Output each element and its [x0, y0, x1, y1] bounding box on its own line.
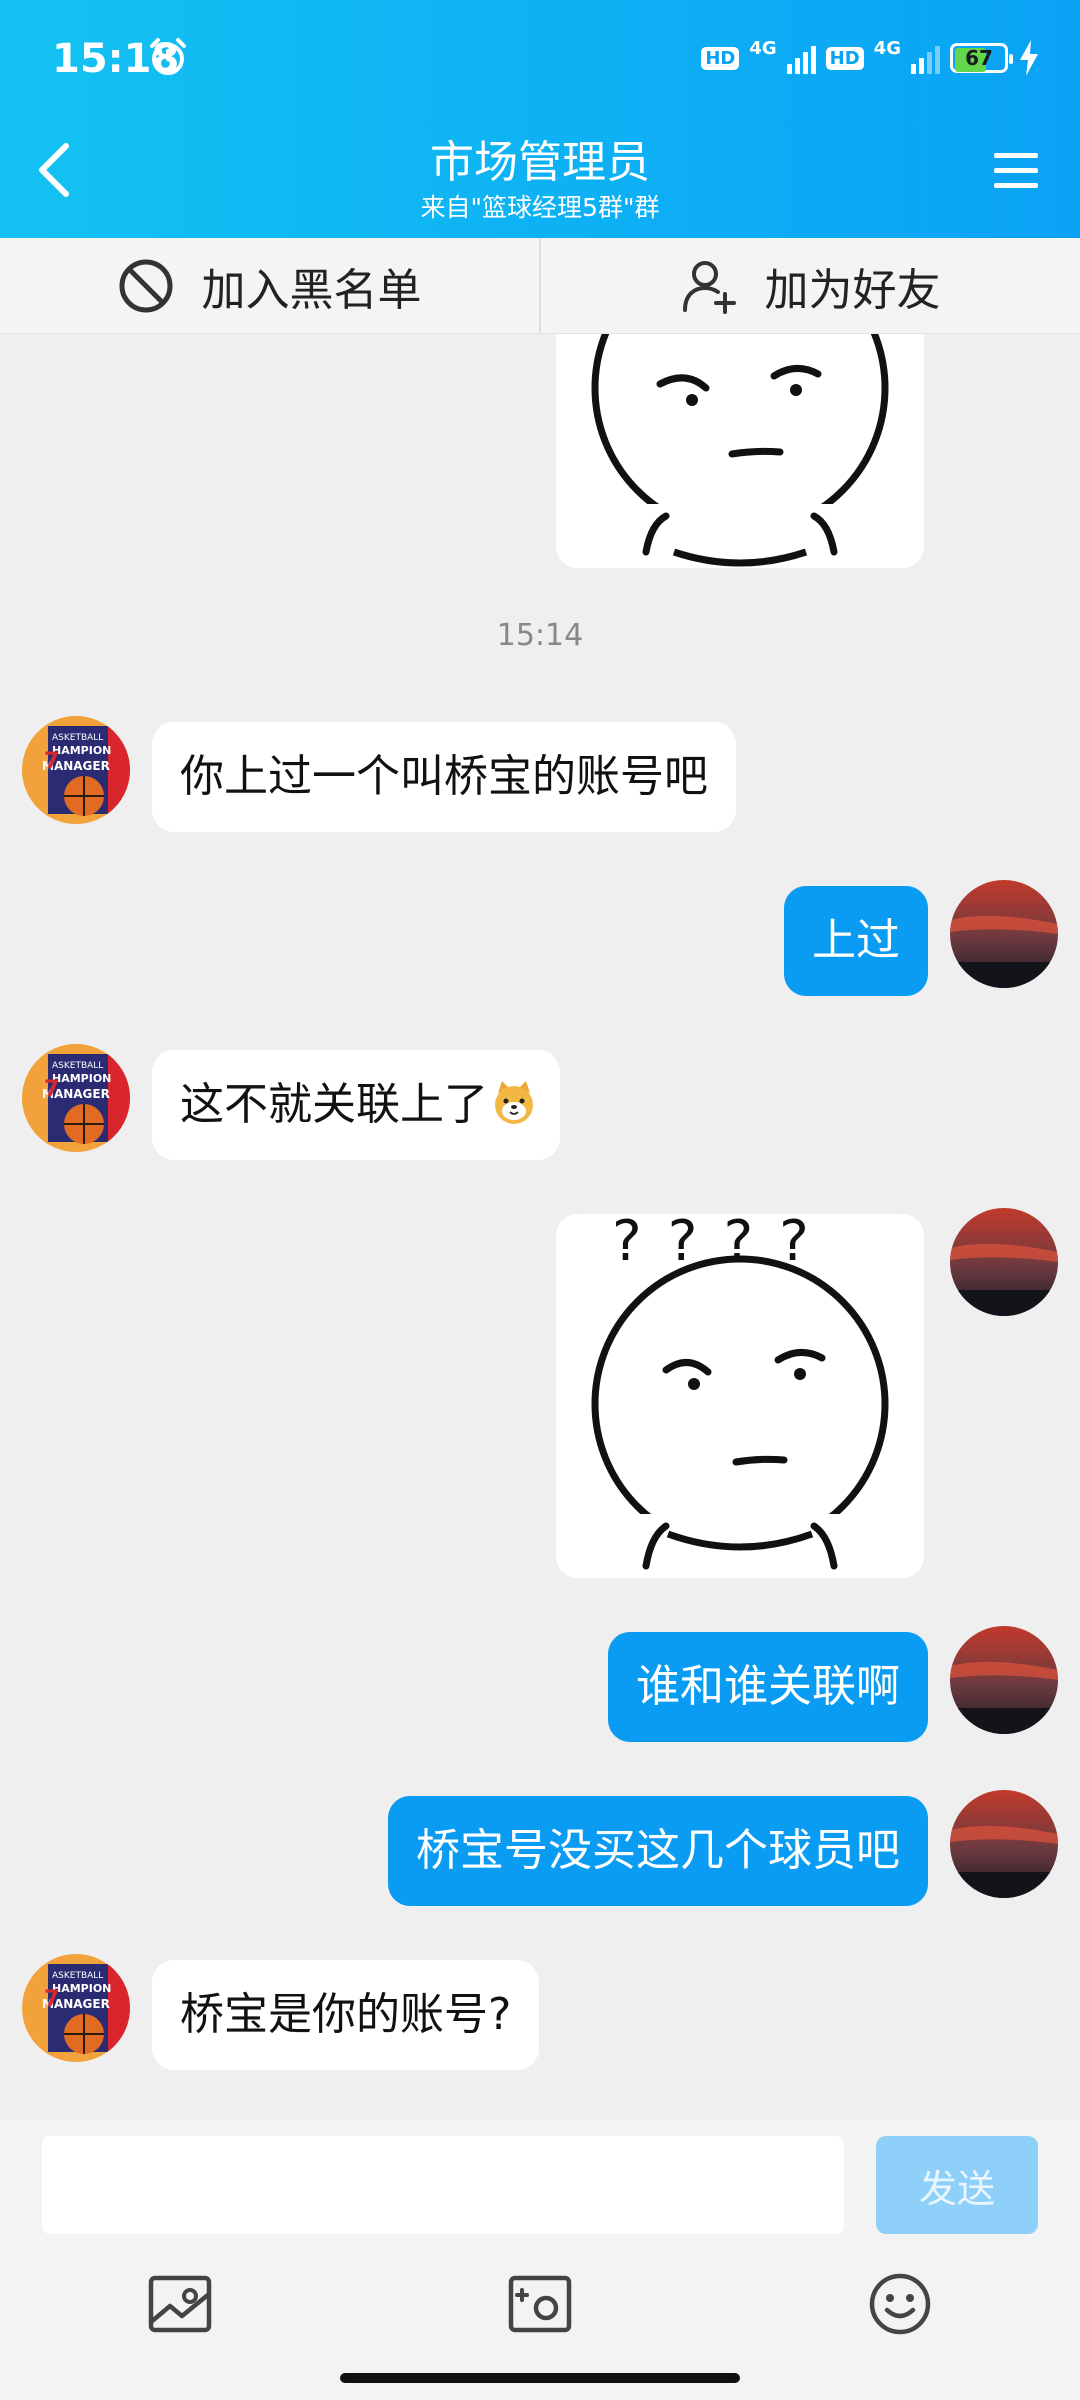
- svg-text:HAMPION: HAMPION: [52, 744, 111, 757]
- menu-icon[interactable]: [992, 150, 1040, 192]
- hd-badge: HD: [825, 46, 864, 70]
- page-title: 市场管理员: [430, 137, 650, 188]
- sticker-message[interactable]: [556, 334, 924, 568]
- add-to-blacklist-label: 加入黑名单: [201, 264, 422, 316]
- hd-badge: HD: [701, 46, 740, 70]
- battery-icon: 67: [950, 43, 1013, 73]
- outgoing-message[interactable]: 上过: [784, 886, 928, 996]
- add-friend-label: 加为好友: [764, 264, 941, 316]
- my-avatar[interactable]: [950, 1626, 1058, 1734]
- input-area: 发送: [0, 2120, 1080, 2400]
- confused-face-sticker: [556, 334, 924, 568]
- basketball-manager-avatar: ASKETBALL HAMPION MANAGER 7: [22, 716, 130, 824]
- sunset-avatar: [950, 1790, 1058, 1898]
- dog-emoji-icon: [495, 1081, 533, 1124]
- basketball-manager-avatar: ASKETBALL HAMPION MANAGER 7: [22, 1044, 130, 1152]
- incoming-message[interactable]: 你上过一个叫桥宝的账号吧: [152, 722, 736, 832]
- sunset-avatar: [950, 1626, 1058, 1734]
- camera-icon[interactable]: [506, 2270, 574, 2338]
- network-label: 4G: [749, 37, 777, 59]
- svg-text:7: 7: [44, 1987, 59, 2012]
- sticker-message[interactable]: ????: [556, 1214, 924, 1578]
- svg-text:HAMPION: HAMPION: [52, 1072, 111, 1085]
- network-label: 4G: [873, 37, 901, 59]
- outgoing-message[interactable]: 谁和谁关联啊: [608, 1632, 928, 1742]
- message-text: 这不就关联上了: [180, 1079, 488, 1130]
- status-icons: HD 4G HD 4G 67: [701, 38, 1040, 78]
- confused-face-sticker: ????: [556, 1214, 924, 1578]
- basketball-manager-avatar: ASKETBALL HAMPION MANAGER 7: [22, 1954, 130, 2062]
- charging-icon: [1020, 40, 1038, 76]
- my-avatar[interactable]: [950, 1208, 1058, 1316]
- my-avatar[interactable]: [950, 880, 1058, 988]
- signal-icon: [786, 42, 816, 74]
- battery-level: 67: [965, 46, 993, 70]
- signal-icon: [911, 42, 940, 74]
- my-avatar[interactable]: [950, 1790, 1058, 1898]
- image-icon[interactable]: [146, 2270, 214, 2338]
- svg-text:ASKETBALL: ASKETBALL: [52, 1061, 103, 1071]
- message-input[interactable]: [42, 2136, 844, 2234]
- svg-text:ASKETBALL: ASKETBALL: [52, 1971, 103, 1981]
- incoming-message[interactable]: 这不就关联上了: [152, 1050, 560, 1160]
- avatar[interactable]: ASKETBALL HAMPION MANAGER 7: [22, 1044, 130, 1152]
- svg-text:7: 7: [44, 749, 59, 774]
- add-to-blacklist-button[interactable]: 加入黑名单: [0, 238, 539, 333]
- alarm-icon: [150, 38, 186, 75]
- svg-text:ASKETBALL: ASKETBALL: [52, 733, 103, 743]
- page-subtitle: 来自"篮球经理5群"群: [420, 193, 660, 222]
- avatar[interactable]: ASKETBALL HAMPION MANAGER 7: [22, 716, 130, 824]
- outgoing-message[interactable]: 桥宝号没买这几个球员吧: [388, 1796, 928, 1906]
- header: 15:18 HD 4G HD 4G 67 市场管理员 来自"篮球经理5群"群: [0, 0, 1080, 238]
- home-indicator[interactable]: [340, 2373, 740, 2383]
- message-timestamp: 15:14: [496, 618, 584, 653]
- sunset-avatar: [950, 1208, 1058, 1316]
- incoming-message[interactable]: 桥宝是你的账号?: [152, 1960, 540, 2070]
- avatar[interactable]: ASKETBALL HAMPION MANAGER 7: [22, 1954, 130, 2062]
- action-bar: 加入黑名单 加为好友: [0, 238, 1080, 334]
- svg-text:HAMPION: HAMPION: [52, 1982, 111, 1995]
- add-friend-button[interactable]: 加为好友: [539, 238, 1080, 333]
- sticker-text: ????: [612, 1214, 835, 1274]
- smile-icon[interactable]: [866, 2270, 934, 2338]
- send-button[interactable]: 发送: [876, 2136, 1038, 2234]
- sunset-avatar: [950, 880, 1058, 988]
- ban-icon: [119, 259, 172, 312]
- add-user-icon: [682, 260, 736, 314]
- chat-area[interactable]: 15:14 ASKETBALL HAMPION MANAGER 7 你上过一个叫…: [0, 334, 1080, 2120]
- svg-text:7: 7: [44, 1077, 59, 1102]
